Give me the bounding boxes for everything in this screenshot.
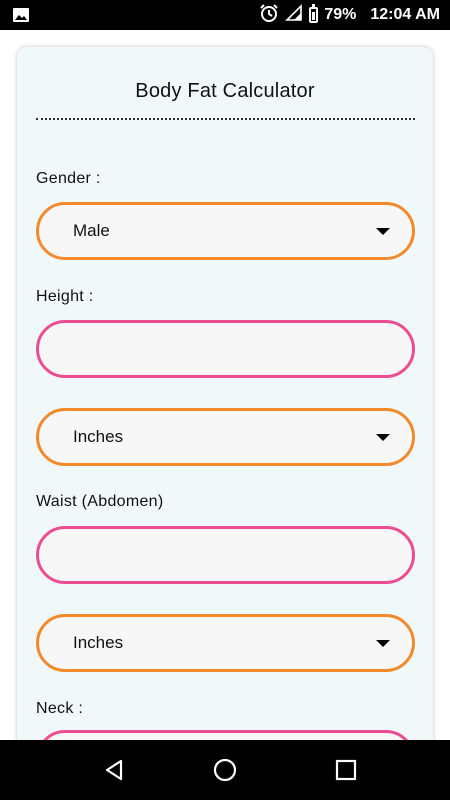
status-bar: 79% 12:04 AM [0,0,450,30]
waist-input-wrapper[interactable] [36,526,415,584]
page-title: Body Fat Calculator [135,80,315,102]
dropdown-arrow-icon [376,434,390,441]
battery-percent: 79% [324,6,357,23]
gender-label: Gender : [36,170,101,187]
recents-icon[interactable] [334,758,358,787]
signal-icon [285,3,303,27]
height-unit-value: Inches [73,427,124,446]
battery-icon [309,4,319,23]
waist-label: Waist (Abdomen) [36,493,164,510]
height-input-wrapper[interactable] [36,320,415,378]
image-icon [12,7,30,28]
dropdown-arrow-icon [376,640,390,647]
navigation-bar [0,740,450,800]
back-icon[interactable] [102,758,126,787]
alarm-icon [259,3,279,28]
waist-input[interactable] [39,529,412,581]
waist-unit-select[interactable]: Inches [36,614,415,672]
clock: 12:04 AM [370,6,440,23]
gender-select[interactable]: Male [36,202,415,260]
title-divider [36,118,415,120]
height-label: Height : [36,288,94,305]
gender-selected-value: Male [73,221,110,240]
waist-unit-value: Inches [73,633,124,652]
height-input[interactable] [39,323,412,375]
home-icon[interactable] [212,758,238,787]
neck-label: Neck : [36,700,84,717]
dropdown-arrow-icon [376,228,390,235]
height-unit-select[interactable]: Inches [36,408,415,466]
